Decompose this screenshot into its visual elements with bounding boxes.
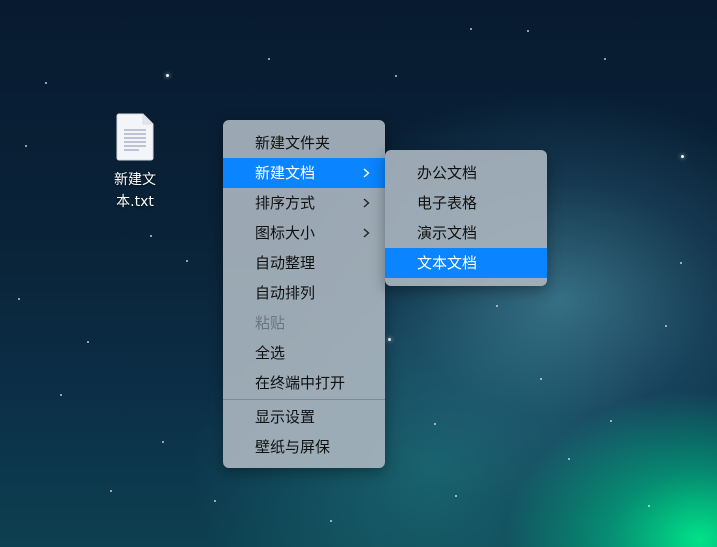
- menu-item-new-document[interactable]: 新建文档: [223, 158, 385, 188]
- chevron-right-icon: [363, 188, 375, 218]
- menu-item-wallpaper-screensaver[interactable]: 壁纸与屏保: [223, 432, 385, 462]
- menu-item-paste: 粘贴: [255, 314, 286, 332]
- menu-item-sort-by[interactable]: 排序方式: [223, 188, 385, 218]
- desktop-file-name: 新建文本.txt: [114, 172, 156, 210]
- submenu-item-office-document[interactable]: 办公文档: [385, 158, 547, 188]
- menu-item-select-all[interactable]: 全选: [223, 338, 385, 368]
- chevron-right-icon: [363, 158, 375, 188]
- menu-item-new-document-label: 新建文档: [255, 164, 316, 182]
- desktop-context-menu: 新建文件夹 新建文档 排序方式 图标大小 自动整理 自动排列 粘贴 全选 在终端…: [223, 120, 385, 468]
- submenu-item-text-document[interactable]: 文本文档: [385, 248, 547, 278]
- menu-item-new-folder[interactable]: 新建文件夹: [223, 128, 385, 158]
- menu-item-open-in-terminal[interactable]: 在终端中打开: [223, 368, 385, 398]
- menu-item-icon-size[interactable]: 图标大小: [223, 218, 385, 248]
- chevron-right-icon: [363, 218, 375, 248]
- menu-separator: [223, 399, 385, 400]
- submenu-item-spreadsheet[interactable]: 电子表格: [385, 188, 547, 218]
- menu-item-auto-arrange[interactable]: 自动整理: [223, 248, 385, 278]
- menu-item-display-settings[interactable]: 显示设置: [223, 402, 385, 432]
- menu-item-sort-by-label: 排序方式: [255, 194, 316, 212]
- menu-item-icon-size-label: 图标大小: [255, 224, 316, 242]
- menu-item-auto-align[interactable]: 自动排列: [223, 278, 385, 308]
- text-file-icon: [116, 113, 154, 161]
- new-document-submenu: 办公文档 电子表格 演示文档 文本文档: [385, 150, 547, 286]
- desktop-file-item[interactable]: 新建文本.txt: [100, 113, 170, 213]
- submenu-item-presentation[interactable]: 演示文档: [385, 218, 547, 248]
